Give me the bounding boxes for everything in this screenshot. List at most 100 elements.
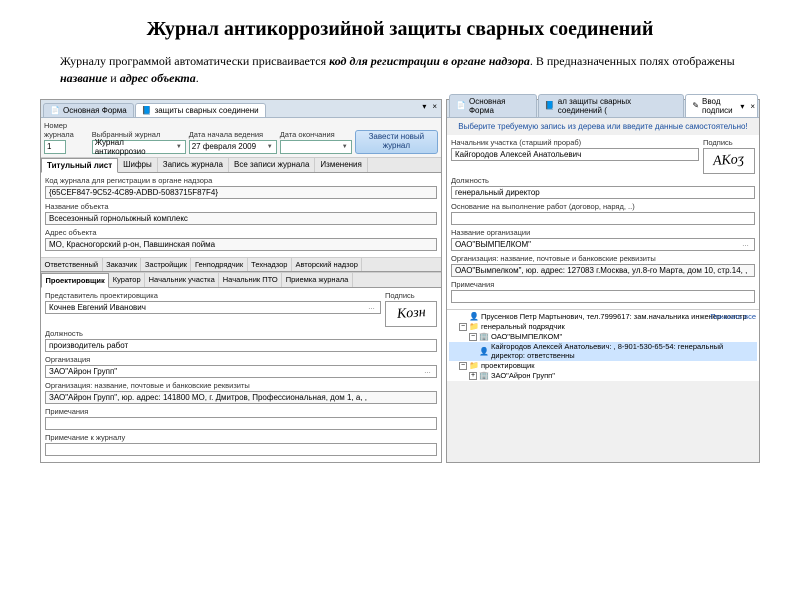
journal-toolbar: Номер журнала 1 Выбранный журнал Журнал …	[41, 118, 441, 158]
designer-rep-field[interactable]: Кочнев Евгений Иванович…	[45, 301, 381, 314]
tab-journal[interactable]: 📘защиты сварных соединени	[135, 103, 266, 117]
notes-label: Примечания	[45, 407, 437, 416]
tab-designer[interactable]: Проектировщик	[41, 273, 109, 288]
notes-field[interactable]	[45, 417, 437, 430]
tab-main-form[interactable]: 📄Основная Форма	[449, 94, 537, 117]
signature-image: AКoʒ	[713, 152, 745, 170]
position-field[interactable]: генеральный директор	[451, 186, 755, 199]
tab-close-icon[interactable]: ×	[430, 102, 439, 111]
signature-image: Koзн	[396, 305, 426, 323]
org-details-field[interactable]: ОАО"Вымпелком", юр. адрес: 127083 г.Моск…	[451, 264, 755, 277]
tab-responsible[interactable]: Ответственный	[41, 258, 103, 271]
tree-person-selected[interactable]: 👤Кайгородов Алексей Анатольевич: , 8-901…	[449, 342, 757, 361]
chevron-down-icon[interactable]: ▼	[175, 144, 183, 150]
tab-developer[interactable]: Застройщик	[141, 258, 191, 271]
tab-author-supervision[interactable]: Авторский надзор	[292, 258, 362, 271]
position-label: Должность	[451, 176, 755, 185]
organization-label: Организация	[45, 355, 437, 364]
org-details-field[interactable]: ЗАО"Айрон Групп", юр. адрес: 141800 МО, …	[45, 391, 437, 404]
org-name-label: Название организации	[451, 228, 755, 237]
form-icon: 📄	[456, 101, 466, 110]
signature-box[interactable]: Koзн	[385, 301, 437, 327]
site-head-label: Начальник участка (старший прораб)	[451, 138, 699, 147]
object-name-field[interactable]: Всесезонный горнолыжный комплекс	[45, 212, 437, 225]
book-icon: 📘	[142, 106, 152, 115]
journal-number-input[interactable]: 1	[44, 140, 66, 154]
person-icon: 👤	[469, 312, 479, 321]
tab-general-contractor[interactable]: Генподрядчик	[191, 258, 247, 271]
selected-journal-dropdown[interactable]: Журнал антикоррозио▼	[92, 140, 186, 154]
tab-changes[interactable]: Изменения	[315, 158, 367, 172]
journal-notes-field[interactable]	[45, 443, 437, 456]
designer-rep-label: Представитель проектировщика	[45, 291, 381, 300]
signature-label: Подпись	[703, 138, 755, 147]
chevron-down-icon[interactable]: ▼	[341, 144, 349, 150]
org-name-field[interactable]: ОАО"ВЫМПЕЛКОМ"…	[451, 238, 755, 251]
person-icon: 👤	[479, 347, 489, 356]
book-icon: 📘	[545, 101, 555, 110]
new-journal-button[interactable]: Завести новый журнал	[355, 130, 438, 154]
journal-notes-label: Примечание к журналу	[45, 433, 437, 442]
end-date-input[interactable]: ▼	[280, 140, 352, 154]
tab-dropdown-icon[interactable]: ▾	[738, 102, 746, 111]
org-details-label: Организация: название, почтовые и банков…	[451, 254, 755, 263]
tab-journal[interactable]: 📘ал защиты сварных соединений (	[538, 94, 685, 117]
position-field[interactable]: производитель работ	[45, 339, 437, 352]
work-basis-label: Основание на выполнение работ (договор, …	[451, 202, 755, 211]
chevron-down-icon[interactable]: ▼	[266, 144, 274, 150]
tree-designer[interactable]: −📁проектировщик	[449, 361, 757, 371]
expand-icon[interactable]: +	[469, 372, 477, 380]
notes-field[interactable]	[451, 290, 755, 303]
end-date-label: Дата окончания	[280, 130, 352, 139]
tab-close-icon[interactable]: ×	[748, 102, 757, 111]
journal-window: 📄Основная Форма 📘защиты сварных соединен…	[40, 99, 442, 463]
tab-pto-head[interactable]: Начальник ПТО	[219, 273, 282, 287]
notes-label: Примечания	[451, 280, 755, 289]
ellipsis-icon[interactable]: …	[422, 368, 433, 375]
window-tabs: 📄Основная Форма 📘защиты сварных соединен…	[41, 100, 441, 118]
tab-all-entries[interactable]: Все записи журнала	[229, 158, 315, 172]
tab-codes[interactable]: Шифры	[118, 158, 158, 172]
collapse-icon[interactable]: −	[459, 362, 467, 370]
start-date-input[interactable]: 27 февраля 2009▼	[189, 140, 277, 154]
tab-tech-supervision[interactable]: Технадзор	[248, 258, 292, 271]
tab-customer[interactable]: Заказчик	[103, 258, 142, 271]
org-tree[interactable]: 👤Прусенков Петр Мартынович, тел.7999617:…	[447, 309, 759, 381]
signature-window: 📄Основная Форма 📘ал защиты сварных соеди…	[446, 99, 760, 463]
tab-dropdown-icon[interactable]: ▾	[420, 102, 428, 111]
folder-icon: 📁	[469, 361, 479, 370]
tab-entry[interactable]: Запись журнала	[158, 158, 229, 172]
tree-org[interactable]: +🏢ЗАО"Айрон Групп"	[449, 371, 757, 381]
tab-site-manager[interactable]: Начальник участка	[145, 273, 219, 287]
start-date-label: Дата начала ведения	[189, 130, 277, 139]
folder-icon: 📁	[469, 322, 479, 331]
building-icon: 🏢	[479, 371, 489, 380]
site-head-field[interactable]: Кайгородов Алексей Анатольевич	[451, 148, 699, 161]
ellipsis-icon[interactable]: …	[366, 304, 377, 311]
registration-code-label: Код журнала для регистрации в органе над…	[45, 176, 437, 185]
signature-label: Подпись	[385, 291, 437, 300]
tab-main-form[interactable]: 📄Основная Форма	[43, 103, 134, 117]
instruction-text: Выберите требуемую запись из дерева или …	[447, 118, 759, 135]
ellipsis-icon[interactable]: …	[740, 241, 751, 248]
collapse-icon[interactable]: −	[469, 333, 477, 341]
tree-contractor[interactable]: −📁генеральный подрядчик	[449, 322, 757, 332]
position-label: Должность	[45, 329, 437, 338]
signature-box[interactable]: AКoʒ	[703, 148, 755, 174]
tab-acceptance[interactable]: Приемка журнала	[282, 273, 353, 287]
work-basis-field[interactable]	[451, 212, 755, 225]
tab-curator[interactable]: Куратор	[109, 273, 145, 287]
journal-number-label: Номер журнала	[44, 121, 89, 139]
tab-title-sheet[interactable]: Титульный лист	[41, 158, 118, 173]
pen-icon: ✎	[692, 101, 699, 110]
object-address-field[interactable]: МО, Красногорский р-он, Павшинская пойма	[45, 238, 437, 251]
journal-section-tabs: Титульный лист Шифры Запись журнала Все …	[41, 158, 441, 173]
organization-field[interactable]: ЗАО"Айрон Групп"…	[45, 365, 437, 378]
registration-code-field[interactable]: {65CEF847-9C52-4C89-ADBD-5083715F87F4}	[45, 186, 437, 199]
show-all-link[interactable]: Показать все	[710, 312, 756, 321]
org-details-label: Организация: название, почтовые и банков…	[45, 381, 437, 390]
tree-person[interactable]: 👤Прусенков Петр Мартынович, тел.7999617:…	[449, 312, 757, 322]
object-name-label: Название объекта	[45, 202, 437, 211]
tree-org[interactable]: −🏢ОАО"ВЫМПЕЛКОМ"	[449, 332, 757, 342]
collapse-icon[interactable]: −	[459, 323, 467, 331]
